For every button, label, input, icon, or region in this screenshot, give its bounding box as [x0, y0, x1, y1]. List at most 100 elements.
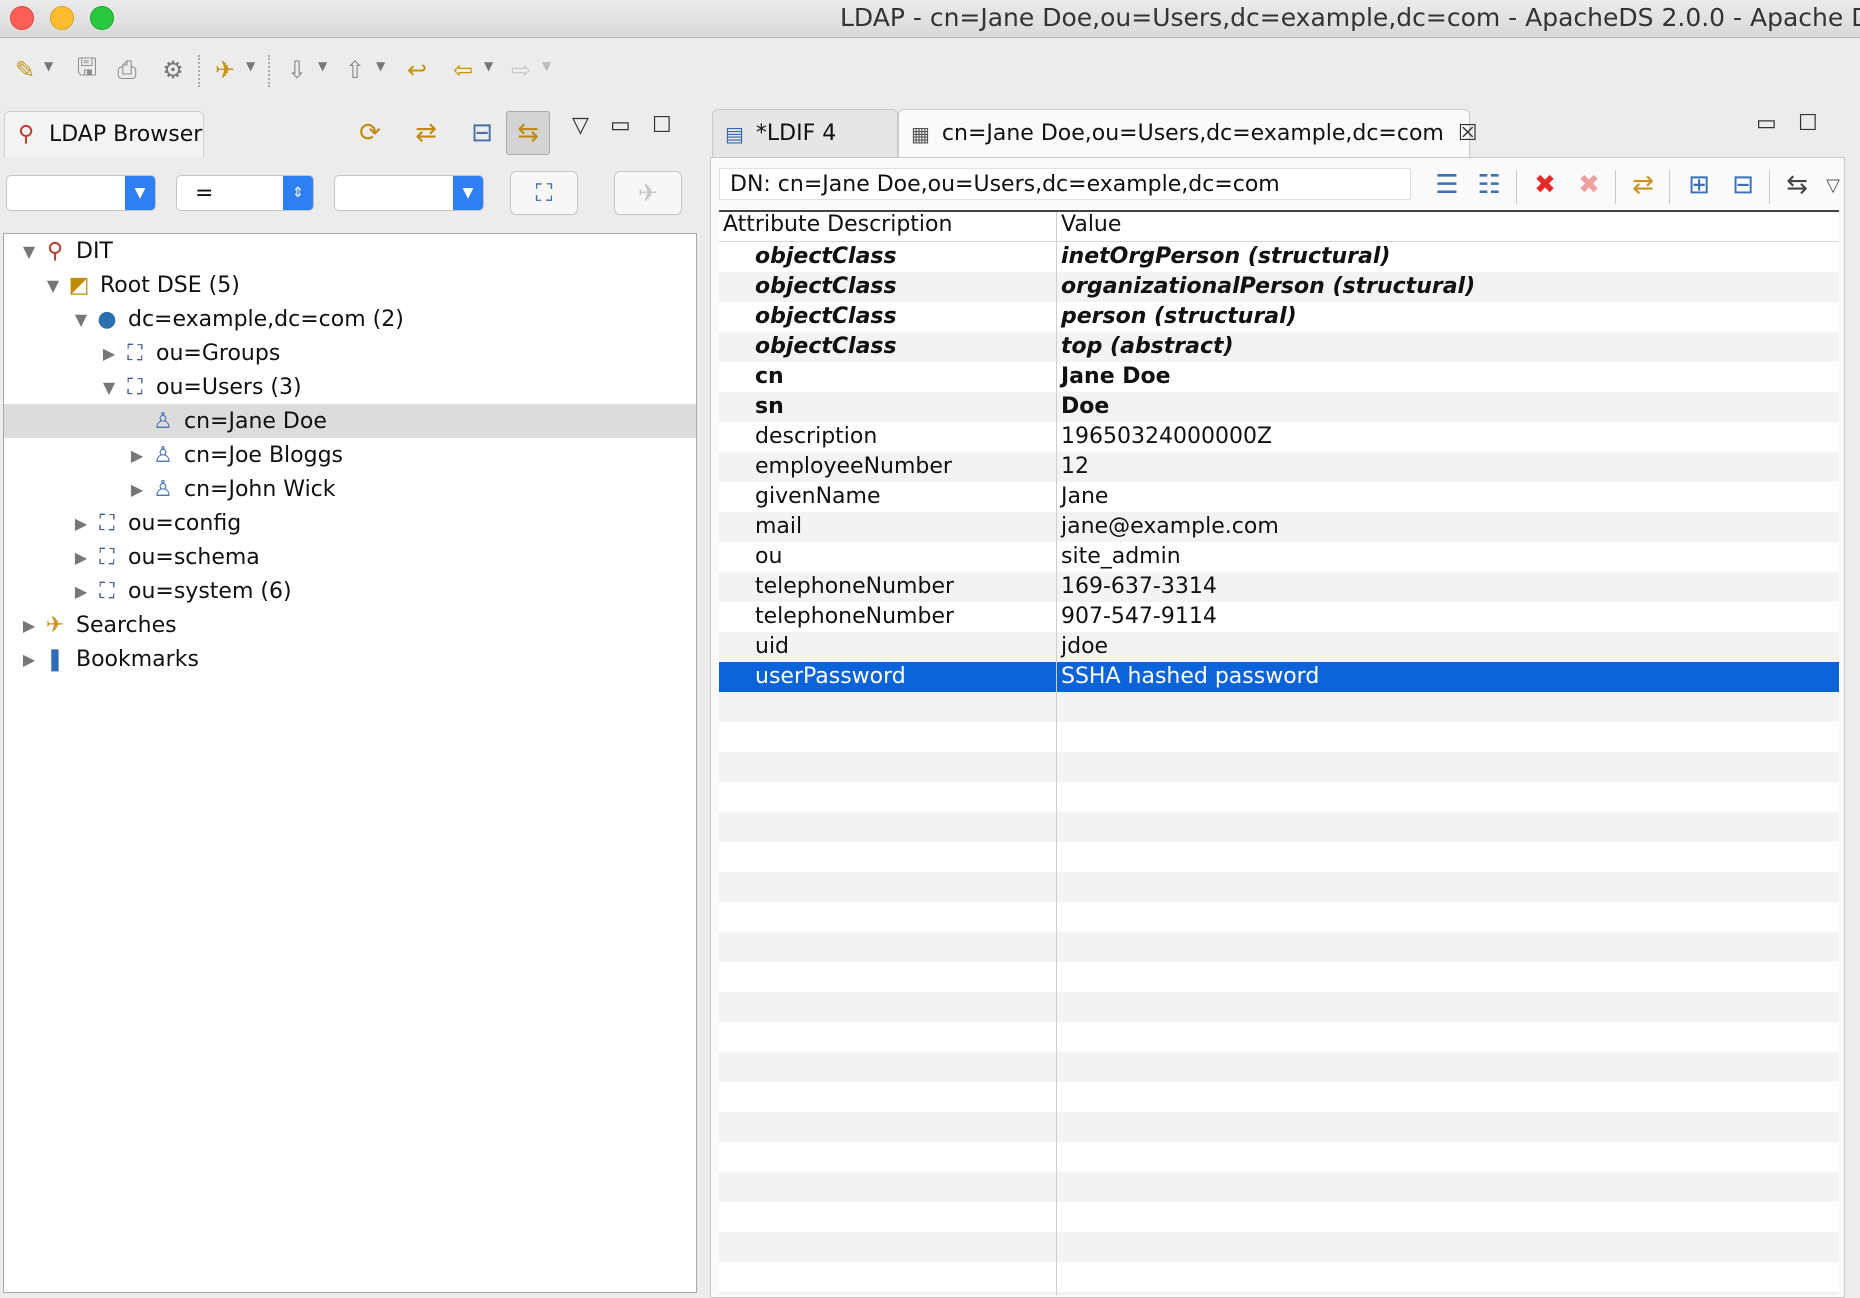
- expand-toggle-icon[interactable]: ▼: [18, 242, 40, 261]
- tree-node-jane-doe[interactable]: ♙ cn=Jane Doe: [4, 404, 696, 438]
- attribute-cell[interactable]: objectClass: [755, 272, 897, 302]
- value-cell[interactable]: 12: [1061, 452, 1089, 482]
- table-row[interactable]: givenName Jane: [719, 482, 1839, 512]
- attribute-cell[interactable]: sn: [755, 392, 784, 422]
- collapsed-toggle-icon[interactable]: ▶: [126, 446, 148, 465]
- value-cell[interactable]: site_admin: [1061, 542, 1181, 572]
- collapse-all-icon[interactable]: ⊟: [460, 111, 504, 155]
- tree-node-ou-users[interactable]: ▼ ⛶ ou=Users (3): [4, 370, 696, 404]
- attribute-cell[interactable]: objectClass: [755, 242, 897, 272]
- attribute-cell[interactable]: objectClass: [755, 332, 897, 362]
- table-row[interactable]: description 19650324000000Z: [719, 422, 1839, 452]
- column-header-value[interactable]: Value: [1061, 212, 1121, 237]
- tree-node-ou-schema[interactable]: ▶ ⛶ ou=schema: [4, 540, 696, 574]
- attribute-cell[interactable]: telephoneNumber: [755, 602, 954, 632]
- operator-combo[interactable]: = ⇕: [176, 175, 314, 211]
- value-cell[interactable]: SSHA hashed password: [1061, 662, 1319, 692]
- value-cell[interactable]: top (abstract): [1061, 332, 1234, 362]
- collapsed-toggle-icon[interactable]: ▶: [126, 480, 148, 499]
- attribute-cell[interactable]: givenName: [755, 482, 880, 512]
- value-cell[interactable]: 19650324000000Z: [1061, 422, 1272, 452]
- tree-node-john-wick[interactable]: ▶ ♙ cn=John Wick: [4, 472, 696, 506]
- expand-toggle-icon[interactable]: ▼: [70, 310, 92, 329]
- delete-all-icon[interactable]: ✖: [1569, 166, 1609, 204]
- new-wizard-dropdown-icon[interactable]: ▼: [44, 59, 53, 73]
- table-row[interactable]: employeeNumber 12: [719, 452, 1839, 482]
- tree-node-ou-system[interactable]: ▶ ⛶ ou=system (6): [4, 574, 696, 608]
- maximize-view-icon[interactable]: ☐: [652, 113, 672, 138]
- expand-toggle-icon[interactable]: ▼: [42, 276, 64, 295]
- tree-node-joe-bloggs[interactable]: ▶ ♙ cn=Joe Bloggs: [4, 438, 696, 472]
- table-row[interactable]: objectClass person (structural): [719, 302, 1839, 332]
- close-window-button[interactable]: [10, 6, 34, 30]
- print-icon[interactable]: ⎙: [110, 53, 144, 87]
- collapsed-toggle-icon[interactable]: ▶: [70, 548, 92, 567]
- attribute-cell[interactable]: cn: [755, 362, 784, 392]
- save-icon[interactable]: 🖫: [70, 53, 104, 87]
- link-with-editor-icon[interactable]: ⇆: [506, 111, 550, 155]
- chevron-down-icon[interactable]: ▼: [125, 176, 155, 210]
- next-annotation-dropdown-icon[interactable]: ▼: [318, 59, 327, 73]
- table-row[interactable]: telephoneNumber 169-637-3314: [719, 572, 1839, 602]
- new-attribute-icon[interactable]: ☷: [1469, 166, 1509, 204]
- tab-ldif-4[interactable]: ▤ *LDIF 4: [712, 109, 898, 157]
- zoom-window-button[interactable]: [90, 6, 114, 30]
- table-row[interactable]: sn Doe: [719, 392, 1839, 422]
- table-row[interactable]: userPassword SSHA hashed password: [719, 662, 1839, 692]
- collapse-all-icon[interactable]: ⊟: [1723, 166, 1763, 204]
- tree-node-ou-groups[interactable]: ▶ ⛶ ou=Groups: [4, 336, 696, 370]
- next-annotation-icon[interactable]: ⇩: [280, 53, 314, 87]
- value-cell[interactable]: inetOrgPerson (structural): [1061, 242, 1390, 272]
- tree-node-root-dse[interactable]: ▼ ◩ Root DSE (5): [4, 268, 696, 302]
- new-search-icon[interactable]: ✈: [208, 53, 242, 87]
- value-cell[interactable]: jdoe: [1061, 632, 1108, 662]
- view-menu-icon[interactable]: ▽: [572, 113, 589, 138]
- link-attributes-icon[interactable]: ⇆: [1777, 166, 1817, 204]
- tree-node-searches[interactable]: ▶ ✈ Searches: [4, 608, 696, 642]
- run-quick-search-button[interactable]: ✈: [614, 171, 682, 215]
- table-row[interactable]: uid jdoe: [719, 632, 1839, 662]
- new-wizard-icon[interactable]: ✎: [8, 53, 42, 87]
- minimize-view-icon[interactable]: ▭: [610, 113, 631, 138]
- minimize-editor-icon[interactable]: ▭: [1756, 111, 1777, 136]
- previous-annotation-icon[interactable]: ⇧: [338, 53, 372, 87]
- new-value-icon[interactable]: ☰: [1427, 166, 1467, 204]
- collapsed-toggle-icon[interactable]: ▶: [18, 616, 40, 635]
- table-row[interactable]: objectClass organizationalPerson (structu…: [719, 272, 1839, 302]
- attribute-cell[interactable]: mail: [755, 512, 802, 542]
- table-row[interactable]: mail jane@example.com: [719, 512, 1839, 542]
- tree-node-bookmarks[interactable]: ▶ ❚ Bookmarks: [4, 642, 696, 676]
- forward-dropdown-icon[interactable]: ▼: [542, 59, 551, 73]
- value-cell[interactable]: Doe: [1061, 392, 1109, 422]
- attribute-cell[interactable]: telephoneNumber: [755, 572, 954, 602]
- collapsed-toggle-icon[interactable]: ▶: [70, 514, 92, 533]
- refresh-icon[interactable]: ⇄: [404, 111, 448, 155]
- attribute-cell[interactable]: objectClass: [755, 302, 897, 332]
- table-row[interactable]: objectClass inetOrgPerson (structural): [719, 242, 1839, 272]
- value-combo[interactable]: ▼: [334, 175, 484, 211]
- collapsed-toggle-icon[interactable]: ▶: [98, 344, 120, 363]
- value-cell[interactable]: 169-637-3314: [1061, 572, 1217, 602]
- minimize-window-button[interactable]: [50, 6, 74, 30]
- up-down-stepper-icon[interactable]: ⇕: [283, 176, 313, 210]
- back-dropdown-icon[interactable]: ▼: [484, 59, 493, 73]
- search-scope-button[interactable]: ⛶: [510, 171, 578, 215]
- open-connection-icon[interactable]: ⟳: [348, 111, 392, 155]
- table-row[interactable]: ou site_admin: [719, 542, 1839, 572]
- tab-entry-jane-doe[interactable]: ▦ cn=Jane Doe,ou=Users,dc=example,dc=com…: [898, 109, 1478, 157]
- attribute-cell[interactable]: employeeNumber: [755, 452, 952, 482]
- chevron-down-icon[interactable]: ▼: [453, 176, 483, 210]
- value-cell[interactable]: jane@example.com: [1061, 512, 1279, 542]
- value-cell[interactable]: Jane: [1061, 482, 1108, 512]
- column-header-attribute[interactable]: Attribute Description: [723, 212, 952, 237]
- previous-annotation-dropdown-icon[interactable]: ▼: [376, 59, 385, 73]
- expand-toggle-icon[interactable]: ▼: [98, 378, 120, 397]
- back-arrow-icon[interactable]: ⇦: [446, 53, 480, 87]
- table-row[interactable]: objectClass top (abstract): [719, 332, 1839, 362]
- forward-arrow-icon[interactable]: ⇨: [504, 53, 538, 87]
- attribute-combo[interactable]: ▼: [6, 175, 156, 211]
- attribute-cell[interactable]: userPassword: [755, 662, 906, 692]
- table-row[interactable]: telephoneNumber 907-547-9114: [719, 602, 1839, 632]
- maximize-editor-icon[interactable]: ☐: [1798, 111, 1818, 136]
- new-search-dropdown-icon[interactable]: ▼: [246, 59, 255, 73]
